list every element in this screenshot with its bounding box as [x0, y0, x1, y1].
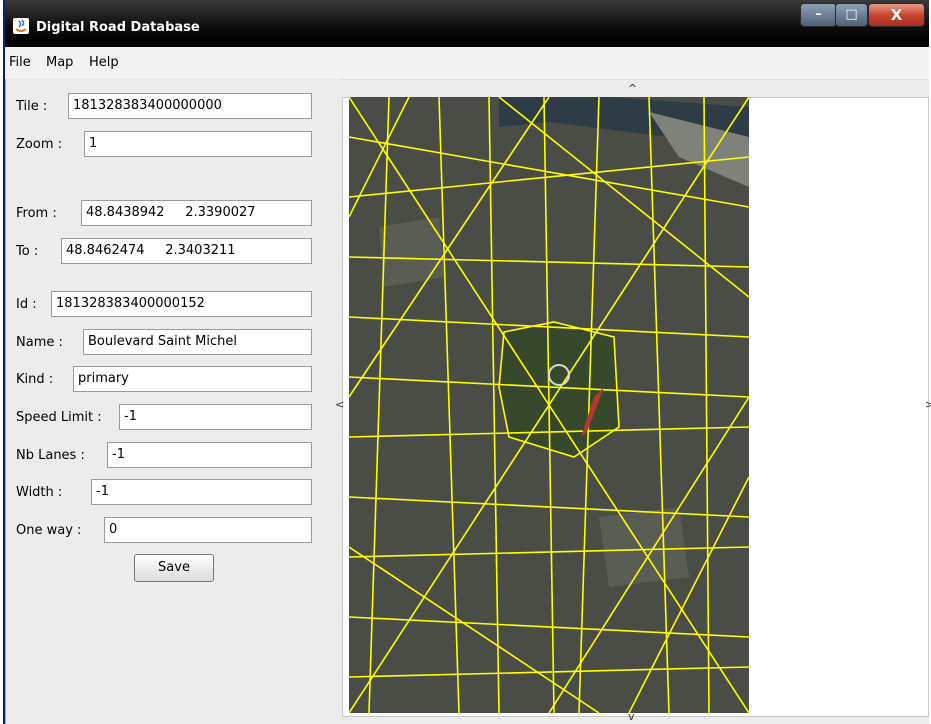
- nb-lanes-label: Nb Lanes :: [16, 448, 85, 463]
- menu-bar: File Map Help: [5, 47, 929, 80]
- app-window: Digital Road Database – □ X File Map Hel…: [3, 0, 931, 724]
- pan-right-arrow[interactable]: >: [925, 398, 931, 411]
- road-properties-panel: Tile : 181328383400000000 Zoom : 1 From …: [5, 79, 339, 724]
- save-button[interactable]: Save: [134, 554, 214, 582]
- java-app-icon: [13, 18, 29, 34]
- city-block: [599, 507, 689, 587]
- name-label: Name :: [16, 335, 63, 350]
- id-label: Id :: [16, 297, 37, 312]
- maximize-button[interactable]: □: [835, 3, 868, 27]
- kind-field[interactable]: primary: [73, 366, 312, 392]
- one-way-field[interactable]: 0: [104, 517, 312, 543]
- one-way-label: One way :: [16, 523, 82, 538]
- close-button[interactable]: X: [868, 3, 925, 27]
- tile-field[interactable]: 181328383400000000: [68, 93, 312, 119]
- aerial-map-with-roads[interactable]: [349, 97, 749, 713]
- title-bar[interactable]: Digital Road Database – □ X: [5, 0, 929, 47]
- from-field[interactable]: 48.8438942 2.3390027: [81, 200, 312, 226]
- pan-up-arrow[interactable]: ^: [628, 82, 637, 95]
- menu-help[interactable]: Help: [89, 55, 119, 70]
- zoom-field[interactable]: 1: [84, 131, 312, 157]
- menu-map[interactable]: Map: [46, 55, 73, 70]
- to-label: To :: [16, 244, 39, 259]
- speed-limit-field[interactable]: -1: [119, 404, 312, 430]
- minimize-button[interactable]: –: [800, 3, 837, 27]
- from-label: From :: [16, 206, 57, 221]
- width-field[interactable]: -1: [91, 479, 312, 505]
- pan-left-arrow[interactable]: <: [335, 398, 344, 411]
- id-field[interactable]: 181328383400000152: [51, 291, 312, 317]
- window-title: Digital Road Database: [36, 20, 200, 35]
- to-field[interactable]: 48.8462474 2.3403211: [61, 238, 312, 264]
- menu-file[interactable]: File: [9, 55, 31, 70]
- speed-limit-label: Speed Limit :: [16, 410, 102, 425]
- nb-lanes-field[interactable]: -1: [107, 442, 312, 468]
- kind-label: Kind :: [16, 372, 54, 387]
- tile-label: Tile :: [16, 99, 48, 114]
- name-field[interactable]: Boulevard Saint Michel: [83, 329, 312, 355]
- zoom-label: Zoom :: [16, 137, 62, 152]
- width-label: Width :: [16, 485, 63, 500]
